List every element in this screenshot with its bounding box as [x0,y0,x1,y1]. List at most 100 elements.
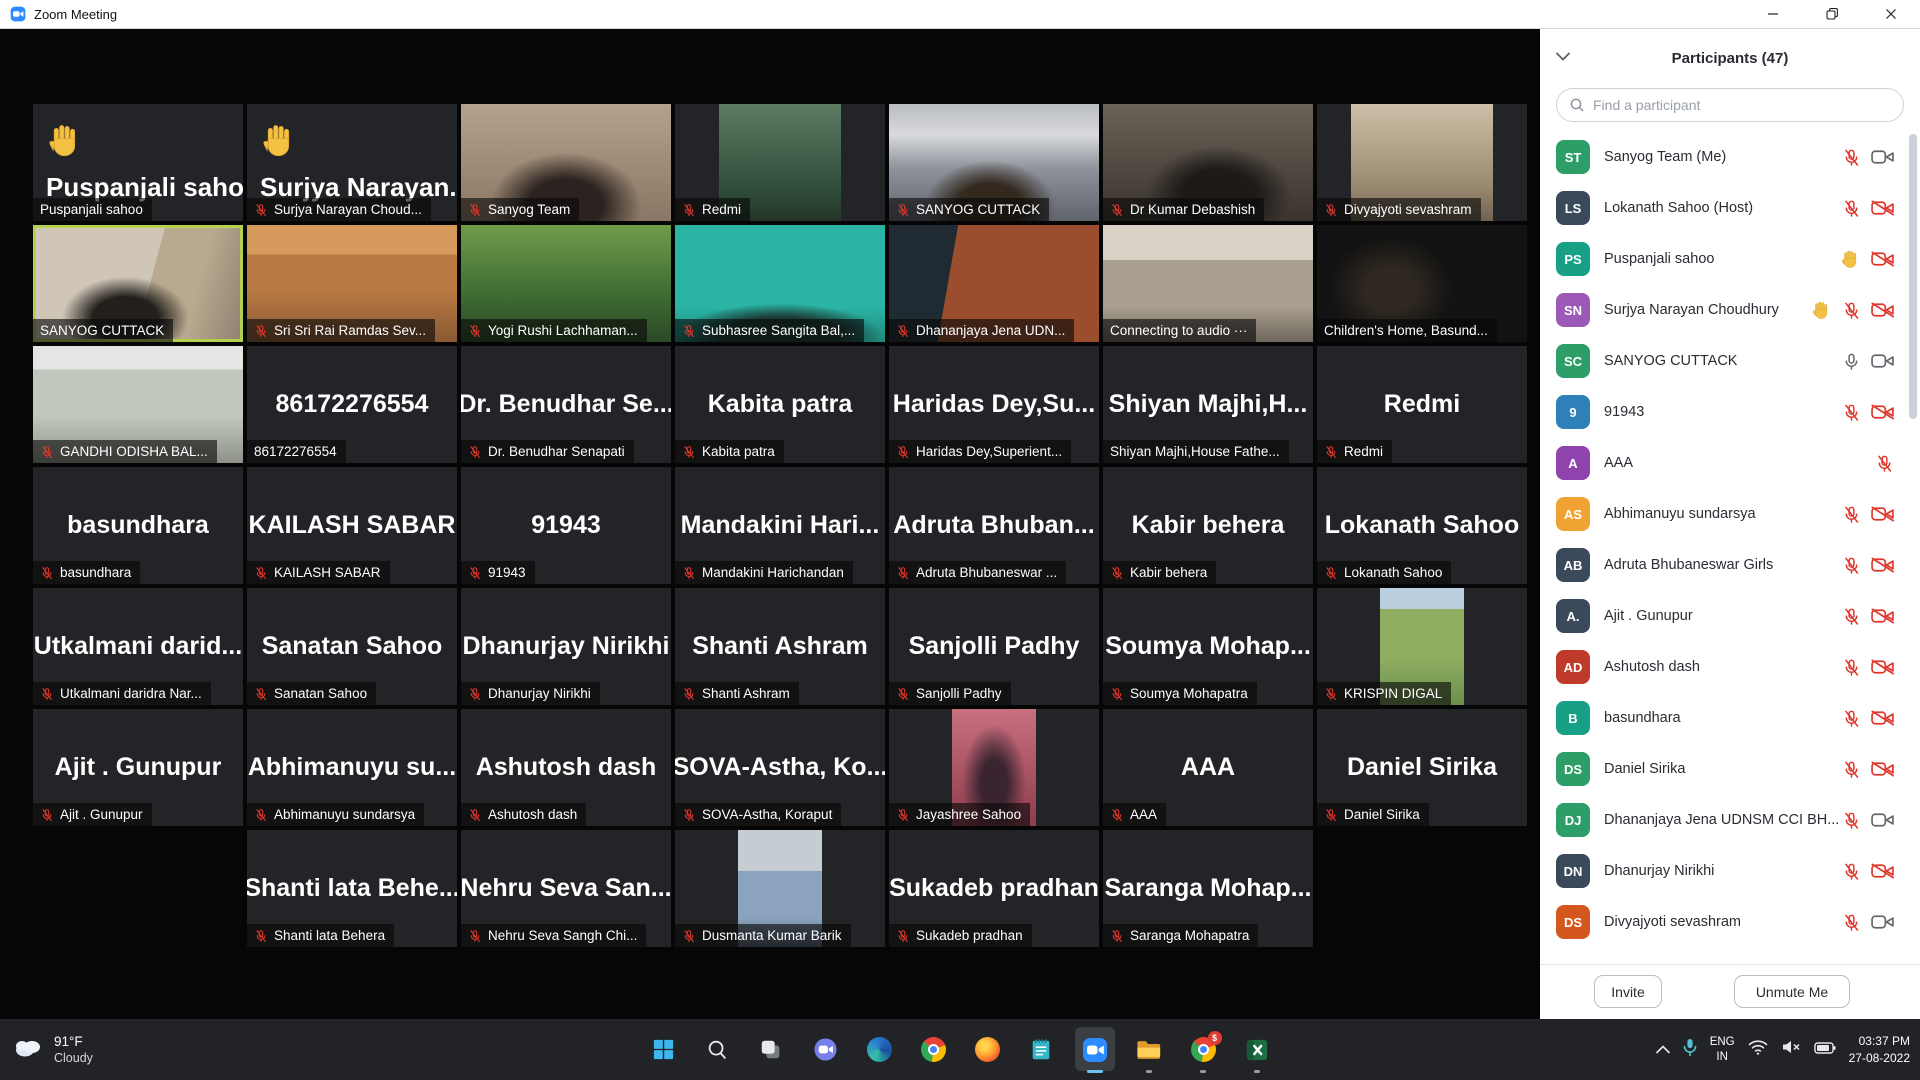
taskbar-weather-widget[interactable]: 91°F Cloudy [12,1019,93,1080]
video-tile[interactable]: SANYOG CUTTACK [889,104,1099,221]
video-tile[interactable]: Daniel Sirika Daniel Sirika [1317,709,1527,826]
video-tile[interactable]: SOVA-Astha, Ko... SOVA-Astha, Koraput [675,709,885,826]
participants-footer: Invite Unmute Me [1540,964,1920,1019]
video-tile[interactable]: Haridas Dey,Su... Haridas Dey,Superient.… [889,346,1099,463]
participant-row[interactable]: LSLokanath Sahoo (Host) [1540,185,1920,231]
participant-row[interactable]: SCSANYOG CUTTACK [1540,338,1920,384]
video-tile[interactable]: Dr. Benudhar Se... Dr. Benudhar Senapati [461,346,671,463]
video-tile[interactable]: Redmi Redmi [1317,346,1527,463]
taskbar-app-search[interactable] [690,1024,744,1076]
video-tile[interactable]: Connecting to audio ··· [1103,225,1313,342]
video-tile[interactable]: basundhara basundhara [33,467,243,584]
video-tile[interactable]: Dhanurjay Nirikhi Dhanurjay Nirikhi [461,588,671,705]
taskbar-clock[interactable]: 03:37 PM 27-08-2022 [1849,1033,1910,1065]
tile-name-text: KRISPIN DIGAL [1344,686,1442,701]
taskbar-app-task-view[interactable] [744,1024,798,1076]
video-tile[interactable]: Shiyan Majhi,H...Shiyan Majhi,House Fath… [1103,346,1313,463]
participant-row[interactable]: 991943 [1540,389,1920,435]
video-tile[interactable]: KAILASH SABAR KAILASH SABAR [247,467,457,584]
video-tile[interactable]: Puspanjali sahooPuspanjali sahoo [33,104,243,221]
video-tile[interactable]: GANDHI ODISHA BAL... [33,346,243,463]
video-tile[interactable]: Sanjolli Padhy Sanjolli Padhy [889,588,1099,705]
video-tile[interactable]: Ajit . Gunupur Ajit . Gunupur [33,709,243,826]
tray-chevron-up-icon[interactable] [1656,1041,1670,1059]
video-tile[interactable]: KRISPIN DIGAL [1317,588,1527,705]
video-tile[interactable]: Adruta Bhuban... Adruta Bhubaneswar ... [889,467,1099,584]
muted-mic-icon [682,808,696,822]
video-tile[interactable]: Saranga Mohap... Saranga Mohapatra [1103,830,1313,947]
video-tile[interactable]: Nehru Seva San... Nehru Seva Sangh Chi..… [461,830,671,947]
taskbar-app-file-explorer[interactable] [1122,1024,1176,1076]
video-tile[interactable]: Shanti lata Behe... Shanti lata Behera [247,830,457,947]
video-tile[interactable]: Divyajyoti sevashram [1317,104,1527,221]
video-tile[interactable]: Sri Sri Rai Ramdas Sev... [247,225,457,342]
tile-name-label: Redmi [675,198,750,221]
taskbar-app-excel[interactable] [1230,1024,1284,1076]
video-tile[interactable]: Jayashree Sahoo [889,709,1099,826]
participant-row[interactable]: DNDhanurjay Nirikhi [1540,848,1920,894]
taskbar-app-zoom[interactable] [1068,1024,1122,1076]
participant-row[interactable]: STSanyog Team (Me) [1540,134,1920,180]
participant-row[interactable]: SNSurjya Narayan Choudhury [1540,287,1920,333]
video-tile[interactable]: Dr Kumar Debashish [1103,104,1313,221]
video-tile[interactable]: Redmi [675,104,885,221]
video-tile[interactable]: Kabir behera Kabir behera [1103,467,1313,584]
video-tile[interactable]: Dhananjaya Jena UDN... [889,225,1099,342]
video-tile[interactable]: AAA AAA [1103,709,1313,826]
search-input[interactable] [1556,88,1904,122]
collapse-panel-icon[interactable] [1556,48,1570,66]
taskbar-app-chrome[interactable] [906,1024,960,1076]
avatar: 9 [1556,395,1590,429]
muted-mic-icon [896,324,910,338]
wifi-icon[interactable] [1748,1039,1768,1060]
video-tile[interactable]: Kabita patra Kabita patra [675,346,885,463]
participant-row[interactable]: ASAbhimanuyu sundarsya [1540,491,1920,537]
participant-row[interactable]: ABAdruta Bhubaneswar Girls [1540,542,1920,588]
video-tile[interactable]: Utkalmani darid... Utkalmani daridra Nar… [33,588,243,705]
battery-icon[interactable] [1814,1041,1836,1059]
video-tile[interactable]: Subhasree Sangita Bal,... [675,225,885,342]
participant-row[interactable]: PSPuspanjali sahoo [1540,236,1920,282]
taskbar-app-notepad[interactable] [1014,1024,1068,1076]
video-tile[interactable]: Sanyog Team [461,104,671,221]
tile-name-label: Sri Sri Rai Ramdas Sev... [247,319,435,342]
taskbar-app-chrome-badged[interactable]: $ [1176,1024,1230,1076]
video-tile[interactable]: Lokanath Sahoo Lokanath Sahoo [1317,467,1527,584]
scrollbar-thumb[interactable] [1909,134,1917,419]
taskbar-app-edge[interactable] [852,1024,906,1076]
video-tile[interactable]: Children's Home, Basund... [1317,225,1527,342]
tray-mic-icon[interactable] [1683,1038,1697,1062]
video-tile[interactable]: 91943 91943 [461,467,671,584]
participant-row[interactable]: Bbasundhara [1540,695,1920,741]
video-tile[interactable]: Abhimanuyu su... Abhimanuyu sundarsya [247,709,457,826]
invite-button[interactable]: Invite [1594,975,1662,1008]
language-indicator[interactable]: ENG IN [1710,1035,1735,1065]
taskbar-app-chat[interactable] [798,1024,852,1076]
minimize-button[interactable] [1743,0,1802,28]
participant-row[interactable]: ADAshutosh dash [1540,644,1920,690]
participant-row[interactable]: AAAA [1540,440,1920,486]
video-tile[interactable]: Soumya Mohap... Soumya Mohapatra [1103,588,1313,705]
taskbar-app-firefox[interactable] [960,1024,1014,1076]
video-tile[interactable]: Mandakini Hari... Mandakini Harichandan [675,467,885,584]
taskbar-app-start[interactable] [636,1024,690,1076]
participant-row[interactable]: A.Ajit . Gunupur [1540,593,1920,639]
participant-row[interactable]: DSDivyajyoti sevashram [1540,899,1920,945]
participant-row[interactable]: DJDhananjaya Jena UDNSM CCI BH... [1540,797,1920,843]
video-tile[interactable]: Ashutosh dash Ashutosh dash [461,709,671,826]
video-tile[interactable]: Sanatan Sahoo Sanatan Sahoo [247,588,457,705]
video-tile[interactable]: Sukadeb pradhan Sukadeb pradhan [889,830,1099,947]
video-tile[interactable]: Shanti Ashram Shanti Ashram [675,588,885,705]
avatar: AS [1556,497,1590,531]
video-tile-active-speaker[interactable]: SANYOG CUTTACK [33,225,243,342]
unmute-me-button[interactable]: Unmute Me [1734,975,1850,1008]
video-tile[interactable]: Yogi Rushi Lachhaman... [461,225,671,342]
video-tile[interactable]: Surjya Narayan... Surjya Narayan Choud..… [247,104,457,221]
close-button[interactable] [1861,0,1920,28]
participant-row[interactable]: DSDaniel Sirika [1540,746,1920,792]
restore-button[interactable] [1802,0,1861,28]
video-tile[interactable]: Dusmanta Kumar Barik [675,830,885,947]
video-tile[interactable]: 8617227655486172276554 [247,346,457,463]
participant-status-icons [1840,249,1894,270]
volume-muted-icon[interactable] [1781,1039,1801,1060]
